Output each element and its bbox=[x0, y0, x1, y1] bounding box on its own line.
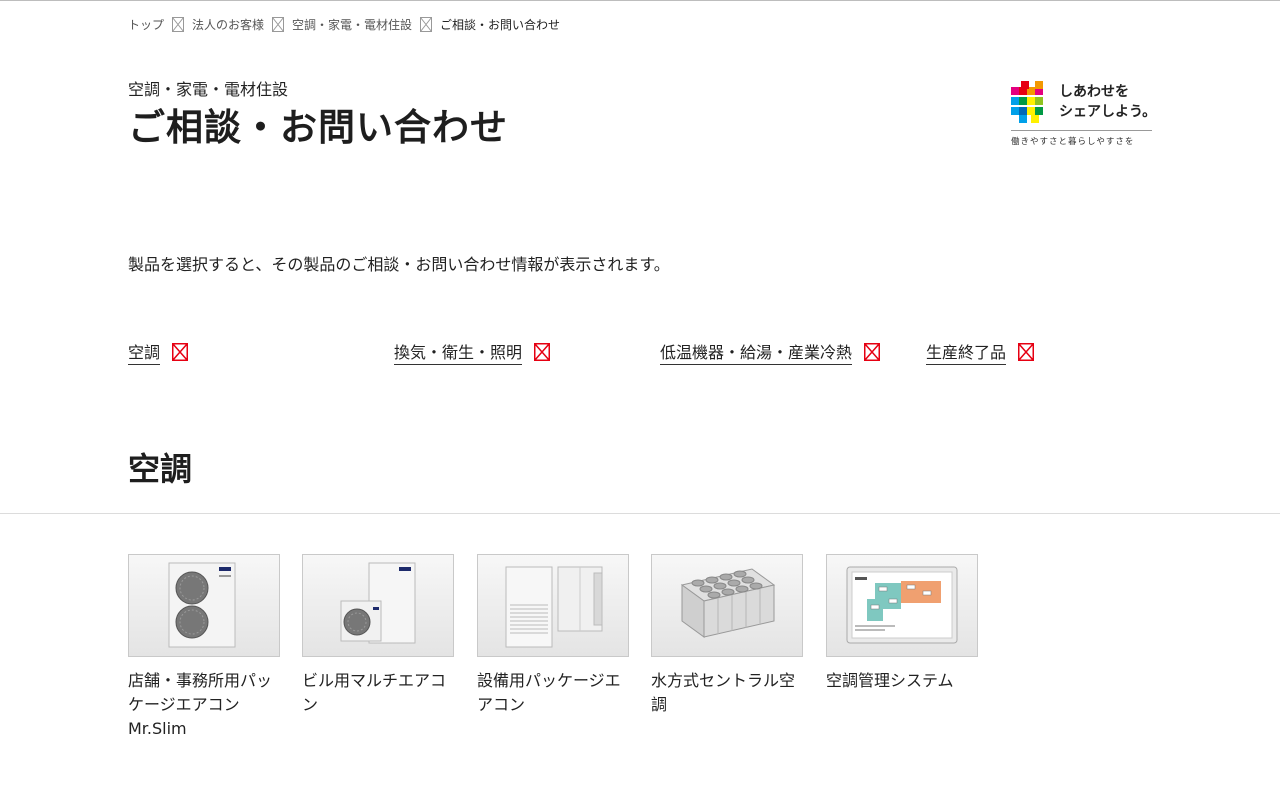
logo-text-line1: しあわせを bbox=[1059, 84, 1129, 100]
product-card-control-system[interactable]: 空調管理システム bbox=[826, 554, 978, 693]
product-thumbnail bbox=[826, 554, 978, 657]
anchor-link-label: 低温機器・給湯・産業冷熱 bbox=[660, 339, 853, 365]
product-thumbnail bbox=[302, 554, 454, 657]
anchor-link-discontinued[interactable]: 生産終了品 bbox=[926, 339, 1035, 365]
product-label: 店舗・事務所用パッケージエアコン Mr.Slim bbox=[128, 671, 273, 738]
page-title: ご相談・お問い合わせ bbox=[128, 106, 508, 149]
logo-text-line2: シェアしよう。 bbox=[1059, 104, 1157, 120]
hash-mosaic-logo-icon bbox=[1011, 81, 1049, 123]
product-label: 水方式セントラル空調 bbox=[651, 671, 796, 714]
breadcrumb-item-top[interactable]: トップ bbox=[128, 16, 164, 33]
anchor-arrow-icon bbox=[1018, 343, 1035, 361]
anchor-arrow-icon bbox=[534, 343, 551, 361]
breadcrumb-separator-icon bbox=[172, 17, 185, 32]
building-multi-unit-icon bbox=[340, 562, 416, 644]
anchor-arrow-icon bbox=[172, 343, 189, 361]
breadcrumb-separator-icon bbox=[272, 17, 285, 32]
outdoor-unit-twin-fan-icon bbox=[168, 562, 236, 648]
product-card-equipment-package[interactable]: 設備用パッケージエアコン bbox=[477, 554, 629, 717]
anchor-link-label: 空調 bbox=[128, 339, 161, 365]
product-card-building-multi[interactable]: ビル用マルチエアコン bbox=[302, 554, 454, 717]
anchor-arrow-icon bbox=[864, 343, 881, 361]
product-thumbnail bbox=[128, 554, 280, 657]
anchor-link-refrigeration[interactable]: 低温機器・給湯・産業冷熱 bbox=[660, 339, 881, 365]
product-thumbnail bbox=[477, 554, 629, 657]
intro-text: 製品を選択すると、その製品のご相談・お問い合わせ情報が表示されます。 bbox=[128, 255, 670, 274]
breadcrumb-item-aircon[interactable]: 空調・家電・電材住設 bbox=[292, 16, 412, 33]
anchor-link-aircon[interactable]: 空調 bbox=[128, 339, 189, 365]
central-chiller-unit-icon bbox=[680, 568, 776, 638]
product-label: 空調管理システム bbox=[826, 671, 954, 690]
anchor-link-label: 生産終了品 bbox=[926, 339, 1007, 365]
product-thumbnail bbox=[651, 554, 803, 657]
product-card-central-aircon[interactable]: 水方式セントラル空調 bbox=[651, 554, 803, 717]
share-happiness-logo[interactable]: しあわせを シェアしよう。 働きやすさと暮らしやすさを bbox=[1011, 81, 1156, 147]
anchor-link-ventilation[interactable]: 換気・衛生・照明 bbox=[394, 339, 551, 365]
product-label: ビル用マルチエアコン bbox=[302, 671, 447, 714]
control-system-screen-icon bbox=[846, 566, 958, 644]
section-divider bbox=[0, 513, 1280, 514]
category-heading: 空調 bbox=[128, 450, 193, 488]
product-card-mr-slim[interactable]: 店舗・事務所用パッケージエアコン Mr.Slim bbox=[128, 554, 280, 741]
breadcrumb-separator-icon bbox=[420, 17, 433, 32]
breadcrumb-current: ご相談・お問い合わせ bbox=[440, 18, 561, 32]
equipment-package-unit-icon bbox=[505, 566, 603, 648]
product-label: 設備用パッケージエアコン bbox=[477, 671, 621, 714]
logo-tagline: 働きやすさと暮らしやすさを bbox=[1011, 137, 1135, 147]
logo-divider bbox=[1011, 130, 1152, 131]
breadcrumb: トップ 法人のお客様 空調・家電・電材住設 ご相談・お問い合わせ bbox=[128, 16, 560, 33]
anchor-link-label: 換気・衛生・照明 bbox=[394, 339, 523, 365]
breadcrumb-item-business[interactable]: 法人のお客様 bbox=[192, 16, 264, 33]
